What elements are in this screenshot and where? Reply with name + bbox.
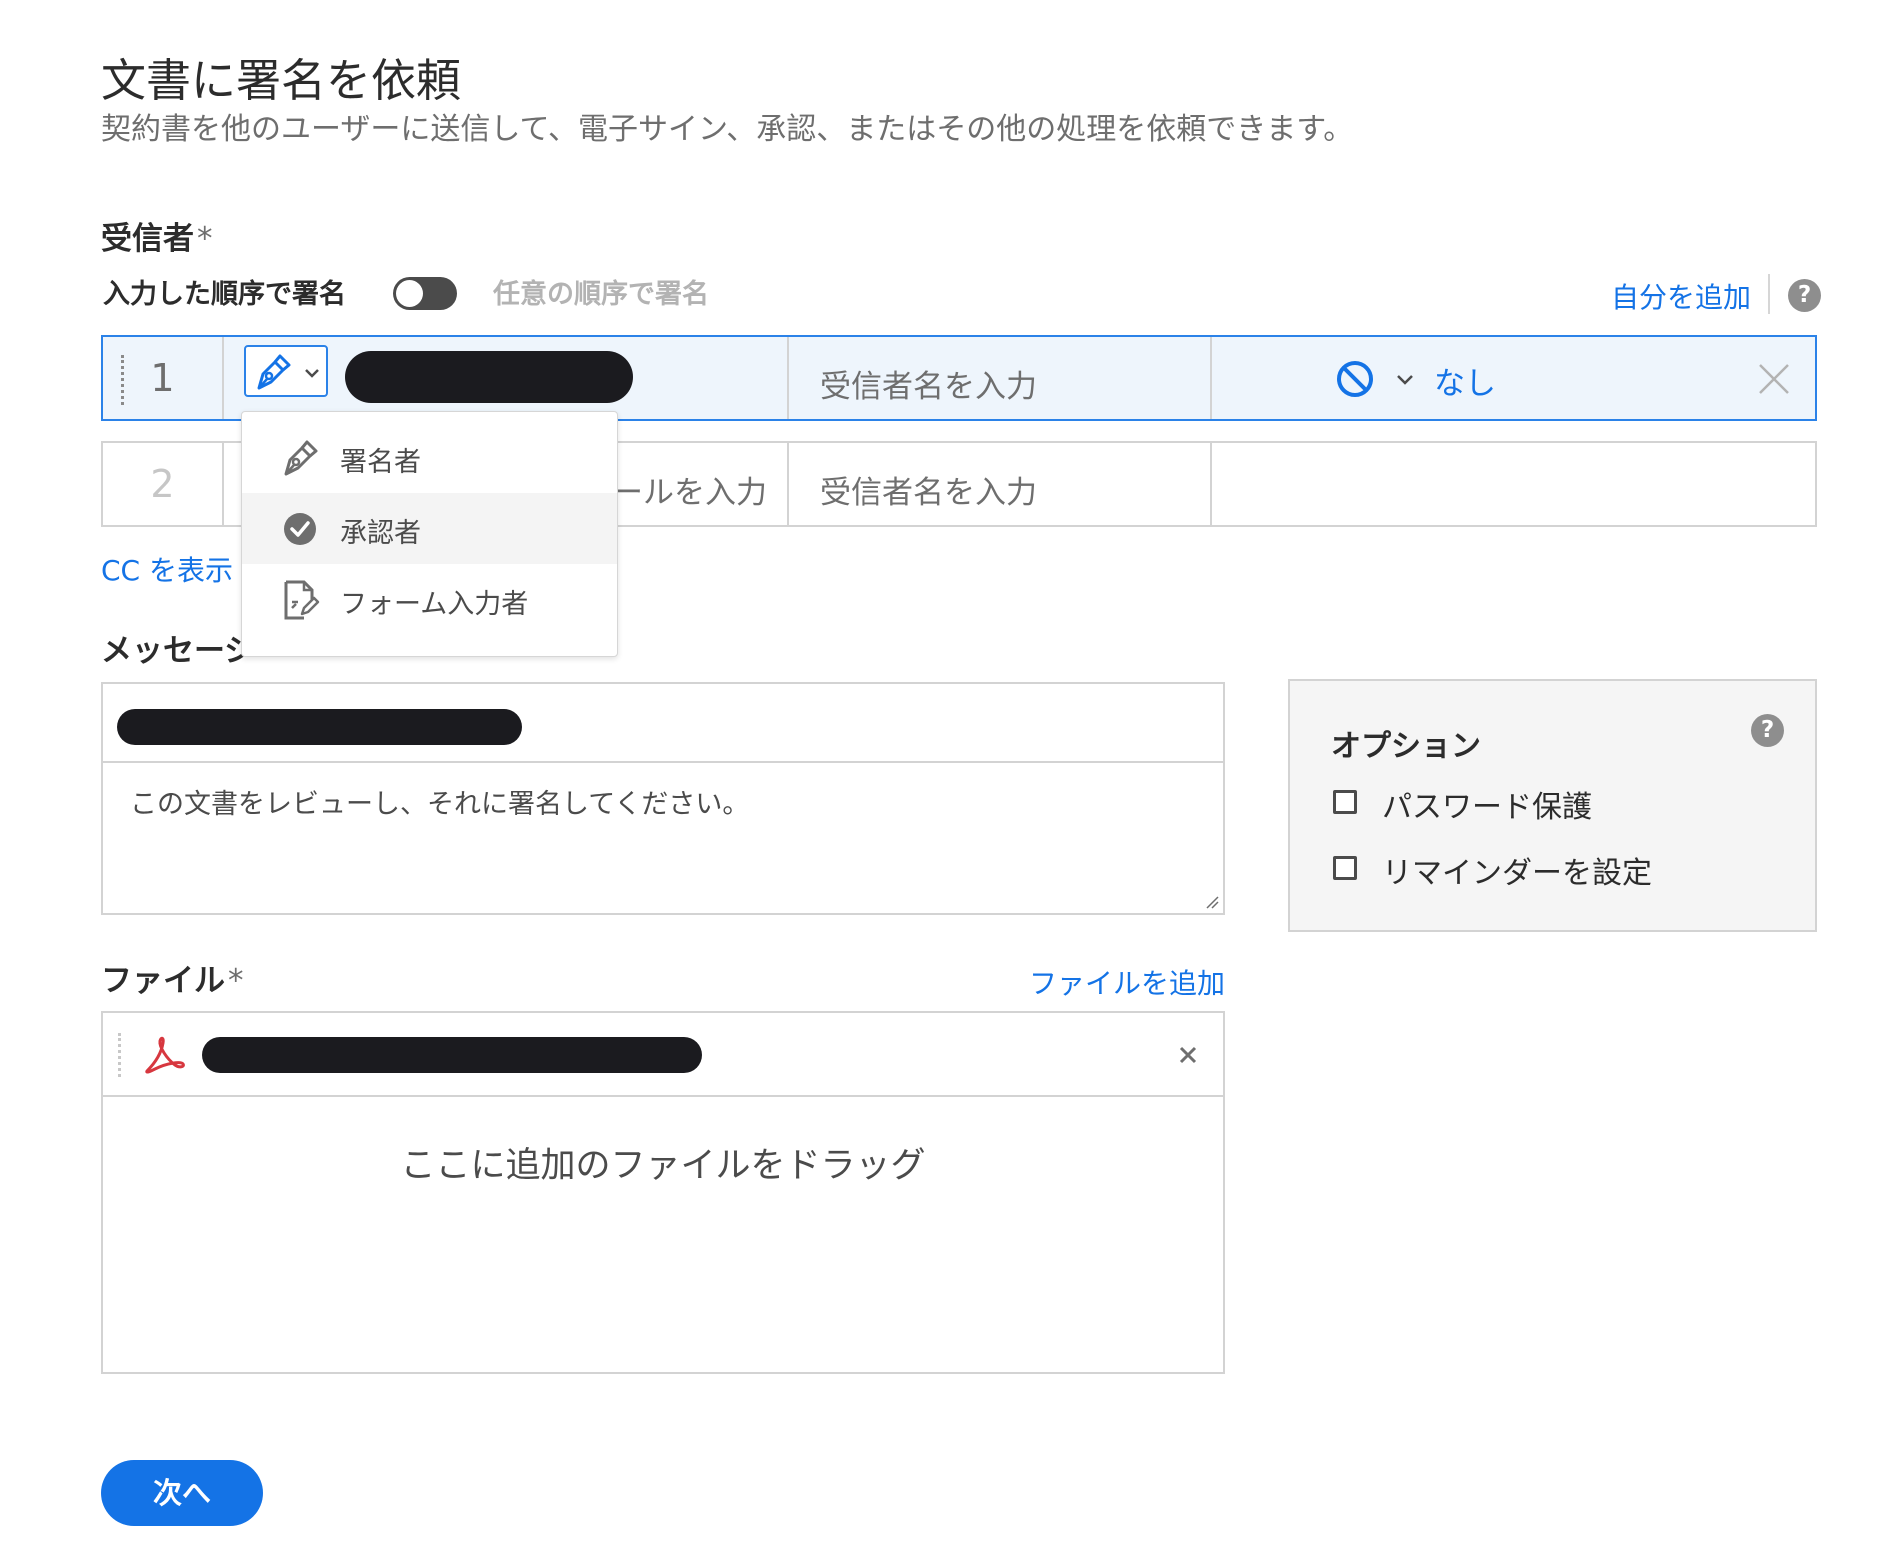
toggle-knob — [396, 280, 423, 307]
recipient-number-text: 1 — [150, 356, 175, 400]
redacted-subject — [117, 709, 522, 745]
drop-zone-text: ここに追加のファイルをドラッグ — [400, 1146, 926, 1186]
role-option-label: 承認者 — [340, 518, 421, 549]
redacted-email — [345, 351, 633, 403]
message-label: メッセージ — [101, 633, 256, 669]
required-mark: * — [228, 963, 244, 999]
recipient-name-field[interactable]: 受信者名を入力 — [789, 443, 1212, 525]
form-edit-icon — [284, 580, 320, 620]
auth-method-label[interactable]: なし — [1434, 358, 1496, 403]
message-box: この文書をレビューし、それに署名してください。 — [101, 682, 1225, 915]
show-cc-link[interactable]: CC を表示 — [101, 549, 233, 589]
role-option-label: 署名者 — [340, 447, 421, 478]
option-label: リマインダーを設定 — [1382, 856, 1652, 891]
recipient-number: 1 — [103, 337, 224, 419]
recipient-name-field[interactable]: 受信者名を入力 — [789, 337, 1212, 419]
recipient-email-placeholder: ールを入力 — [612, 475, 767, 511]
message-subject-field[interactable] — [103, 684, 1223, 763]
add-file-link[interactable]: ファイルを追加 — [1029, 962, 1225, 1002]
check-circle-icon — [284, 513, 316, 545]
help-icon[interactable]: ? — [1751, 714, 1784, 747]
role-option-signer[interactable]: 署名者 — [242, 422, 617, 493]
options-title: オプション — [1331, 729, 1481, 764]
checkbox[interactable] — [1333, 790, 1357, 814]
message-body-text[interactable]: この文書をレビューし、それに署名してください。 — [130, 782, 749, 821]
prohibited-icon[interactable] — [1335, 359, 1375, 399]
role-selector-button[interactable] — [244, 345, 328, 397]
close-icon[interactable] — [1755, 360, 1793, 398]
page-subtitle: 契約書を他のユーザーに送信して、電子サイン、承認、またはその他の処理を依頼できま… — [101, 112, 1354, 147]
add-self-link[interactable]: 自分を追加 — [1611, 276, 1751, 316]
recipients-label: 受信者* — [101, 213, 213, 258]
recipient-number: 2 — [103, 443, 224, 525]
recipients-label-text: 受信者 — [101, 221, 194, 257]
redacted-filename — [202, 1037, 702, 1073]
pen-icon — [257, 354, 291, 390]
recipient-name-placeholder: 受信者名を入力 — [820, 475, 1037, 511]
signing-order-toggle[interactable] — [393, 277, 457, 310]
role-dropdown-menu: 署名者 承認者 フォーム入力者 — [241, 411, 618, 657]
sign-any-order-label: 任意の順序で署名 — [493, 279, 709, 310]
drag-handle-icon[interactable] — [118, 1033, 122, 1077]
required-mark: * — [197, 221, 213, 257]
divider — [1768, 274, 1770, 314]
next-button[interactable]: 次へ — [101, 1460, 263, 1526]
role-option-approver[interactable]: 承認者 — [242, 493, 617, 564]
remove-file-icon[interactable] — [1173, 1040, 1203, 1070]
chevron-down-icon — [305, 369, 319, 378]
files-label: ファイル* — [101, 955, 244, 1000]
pen-icon — [284, 440, 318, 476]
role-option-label: フォーム入力者 — [340, 589, 529, 620]
role-option-form-filler[interactable]: フォーム入力者 — [242, 564, 617, 635]
files-label-text: ファイル — [101, 963, 225, 999]
options-panel: オプション ? パスワード保護 リマインダーを設定 — [1288, 679, 1817, 932]
help-icon[interactable]: ? — [1788, 279, 1821, 312]
sign-in-order-label: 入力した順序で署名 — [103, 279, 346, 310]
chevron-down-icon[interactable] — [1392, 366, 1418, 392]
pdf-icon — [145, 1036, 185, 1074]
checkbox[interactable] — [1333, 856, 1357, 880]
file-item — [101, 1011, 1225, 1097]
option-label: パスワード保護 — [1382, 790, 1592, 825]
recipient-name-placeholder: 受信者名を入力 — [820, 369, 1037, 405]
page-title: 文書に署名を依頼 — [101, 54, 462, 107]
drag-handle-icon[interactable] — [121, 355, 125, 405]
resize-handle-icon[interactable] — [1205, 895, 1219, 909]
file-drop-zone[interactable]: ここに追加のファイルをドラッグ — [101, 1095, 1225, 1374]
